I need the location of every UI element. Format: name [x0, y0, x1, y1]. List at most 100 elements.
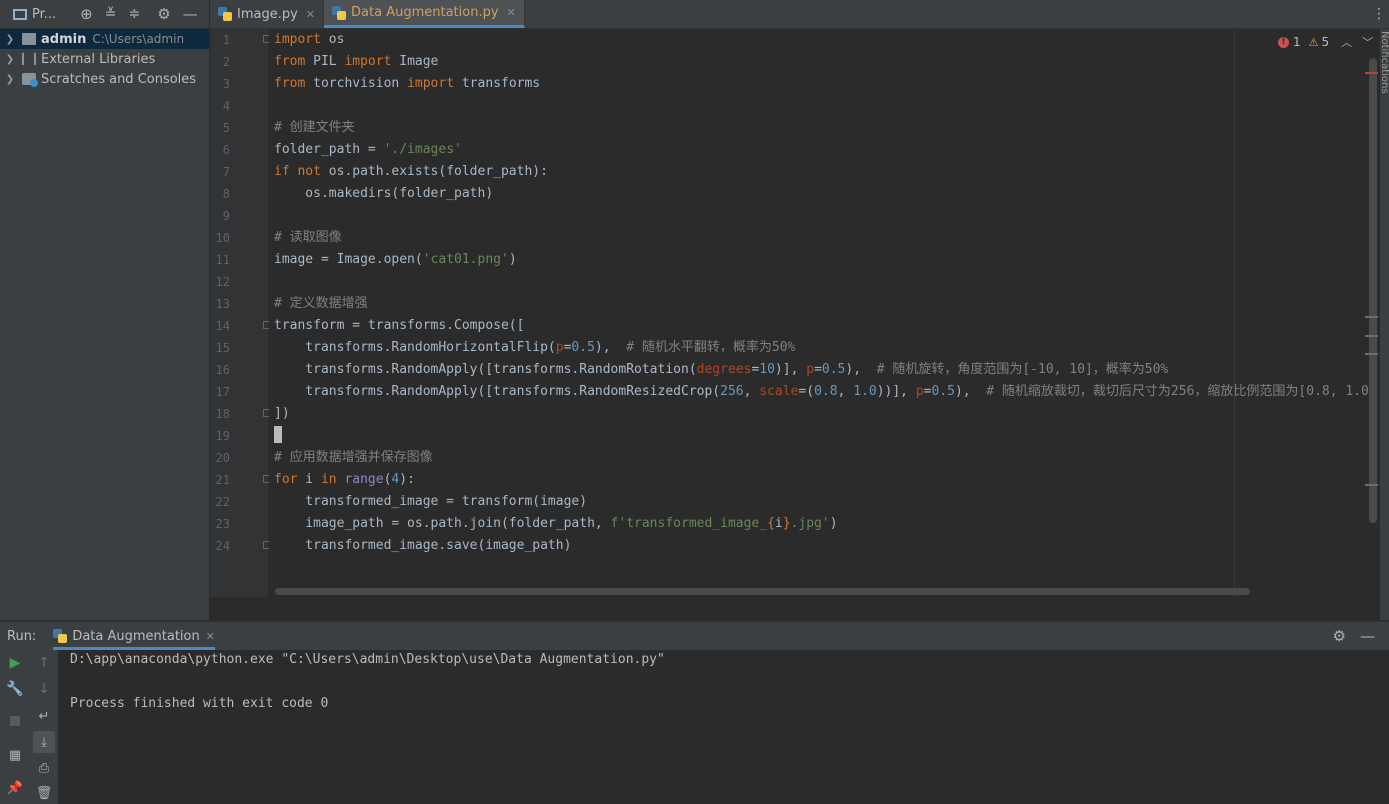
collapse-all-icon[interactable]: ≑: [128, 6, 140, 22]
pin-icon[interactable]: 📌: [5, 778, 25, 798]
python-file-icon: [218, 7, 232, 21]
warning-stripe-mark[interactable]: [1365, 353, 1378, 355]
tab-label: Data Augmentation.py: [351, 5, 499, 20]
line-number: 20: [215, 451, 230, 465]
tree-item-label: External Libraries: [41, 51, 156, 67]
scratches-icon: [22, 73, 38, 87]
next-highlight-icon[interactable]: ﹀: [1362, 34, 1373, 50]
stop-icon[interactable]: [5, 711, 25, 731]
close-icon[interactable]: ✕: [306, 8, 315, 21]
project-window-icon[interactable]: [13, 8, 27, 20]
project-tree: ❯ admin C:\Users\admin ❯ External Librar…: [0, 29, 210, 620]
python-file-icon: [53, 629, 68, 643]
chevron-right-icon[interactable]: ❯: [4, 34, 16, 45]
run-console[interactable]: D:\app\anaconda\python.exe "C:\Users\adm…: [59, 650, 1389, 804]
tree-item-external-libraries[interactable]: ❯ External Libraries: [0, 49, 209, 69]
run-toolbar: ▶ ↑ 🔧 ↓ ↵ ⤓ ▦ ⎙ 📌 🗑: [0, 650, 58, 804]
scroll-to-end-icon[interactable]: ⤓: [33, 731, 55, 753]
line-number: 21: [215, 473, 230, 487]
more-tabs-icon[interactable]: ⋮: [1369, 0, 1389, 28]
line-number: 22: [215, 495, 230, 509]
run-label: Run:: [7, 628, 37, 644]
hide-panel-icon[interactable]: —: [1360, 627, 1375, 645]
chevron-right-icon[interactable]: ❯: [4, 54, 16, 65]
code-line-22: transformed_image = transform(image): [274, 494, 588, 509]
soft-wrap-icon[interactable]: ↵: [34, 706, 54, 726]
code-line-5: # 创建文件夹: [274, 120, 355, 135]
line-number: 3: [222, 77, 230, 91]
library-icon: [22, 53, 36, 65]
tree-item-scratches[interactable]: ❯ Scratches and Consoles: [0, 69, 209, 89]
gear-icon[interactable]: ⚙: [157, 5, 170, 23]
code-line-16: transforms.RandomApply([transforms.Rando…: [274, 362, 1169, 377]
code-line-14: transform = transforms.Compose([: [274, 318, 525, 333]
error-icon: !: [1278, 36, 1289, 48]
up-arrow-icon[interactable]: ↑: [34, 653, 54, 673]
line-number: 19: [215, 429, 230, 443]
code-line-7: if not os.path.exists(folder_path):: [274, 164, 548, 179]
folder-icon: [22, 33, 36, 45]
line-number: 5: [222, 121, 230, 135]
tab-data-augmentation-py[interactable]: Data Augmentation.py ✕: [324, 0, 525, 28]
warning-stripe-mark[interactable]: [1365, 484, 1378, 486]
code-line-3: from torchvision import transforms: [274, 76, 541, 91]
tree-item-path: C:\Users\admin: [92, 32, 185, 46]
trash-icon[interactable]: 🗑: [34, 783, 54, 803]
line-number: 1: [222, 33, 230, 47]
code-line-18: ]): [274, 406, 290, 421]
line-number: 17: [215, 385, 230, 399]
expand-all-icon[interactable]: ≚: [105, 6, 117, 22]
line-number: 7: [222, 165, 230, 179]
line-number: 24: [215, 539, 230, 553]
close-icon[interactable]: ✕: [507, 6, 516, 19]
code-line-17: transforms.RandomApply([transforms.Rando…: [274, 384, 1369, 399]
down-arrow-icon[interactable]: ↓: [34, 679, 54, 699]
project-panel-title[interactable]: Pr...: [32, 7, 56, 22]
editor-vertical-scrollbar[interactable]: [1369, 58, 1377, 523]
close-icon[interactable]: ✕: [206, 630, 215, 643]
gear-icon[interactable]: ⚙: [1333, 627, 1346, 645]
code-editor[interactable]: import os from PIL import Image from torch…: [269, 29, 1380, 597]
right-tool-strip: Notifications: [1380, 29, 1389, 620]
previous-highlight-icon[interactable]: ︿: [1341, 34, 1352, 50]
line-number: 8: [222, 187, 230, 201]
editor-tab-bar: Image.py ✕ Data Augmentation.py ✕ ⋮: [210, 0, 1389, 29]
project-panel-header: Pr... ⊕ ≚ ≑ ⚙ —: [0, 0, 209, 29]
error-stripe-mark[interactable]: [1365, 72, 1378, 74]
code-line-23: image_path = os.path.join(folder_path, f…: [274, 516, 838, 531]
code-line-8: os.makedirs(folder_path): [274, 186, 494, 201]
line-number: 4: [222, 99, 230, 113]
run-panel-header: Run: Data Augmentation ✕ ⚙ —: [0, 621, 1389, 651]
rerun-icon[interactable]: ▶: [5, 653, 25, 673]
locate-icon[interactable]: ⊕: [80, 5, 93, 23]
warning-stripe-mark[interactable]: [1365, 316, 1378, 318]
print-icon[interactable]: ⎙: [34, 758, 54, 778]
line-number: 6: [222, 143, 230, 157]
line-number: 10: [215, 231, 230, 245]
hide-panel-icon[interactable]: —: [183, 5, 198, 23]
python-file-icon: [332, 5, 347, 20]
line-number: 18: [215, 407, 230, 421]
inspection-widget[interactable]: ! 1 ⚠ 5 ︿ ﹀: [1278, 33, 1373, 51]
tree-item-admin[interactable]: ❯ admin C:\Users\admin: [0, 29, 209, 49]
code-line-20: # 应用数据增强并保存图像: [274, 450, 433, 465]
line-number: 11: [215, 253, 230, 267]
editor-horizontal-scrollbar[interactable]: [275, 588, 1250, 595]
line-number: 16: [215, 363, 230, 377]
wrench-icon[interactable]: 🔧: [5, 679, 25, 699]
tab-image-py[interactable]: Image.py ✕: [210, 0, 325, 28]
chevron-right-icon[interactable]: ❯: [4, 74, 16, 85]
code-line-21: for i in range(4):: [274, 472, 415, 487]
code-line-2: from PIL import Image: [274, 54, 439, 69]
console-command: D:\app\anaconda\python.exe "C:\Users\adm…: [70, 652, 665, 667]
line-number-gutter: 1 2 3 4 5 6 7 8 9 10 11 12 13 14 15 16 17 18 19 20 21 22 23 24: [210, 29, 270, 597]
notifications-label: Notifications: [1381, 31, 1389, 94]
tab-label: Image.py: [237, 6, 298, 22]
code-line-10: # 读取图像: [274, 230, 342, 245]
warning-icon: ⚠: [1308, 35, 1319, 49]
notifications-tab[interactable]: Notifications: [1381, 31, 1389, 101]
layout-icon[interactable]: ▦: [5, 745, 25, 765]
line-number: 13: [215, 297, 230, 311]
tab-run-config[interactable]: Data Augmentation ✕: [53, 622, 215, 650]
warning-stripe-mark[interactable]: [1365, 335, 1378, 337]
